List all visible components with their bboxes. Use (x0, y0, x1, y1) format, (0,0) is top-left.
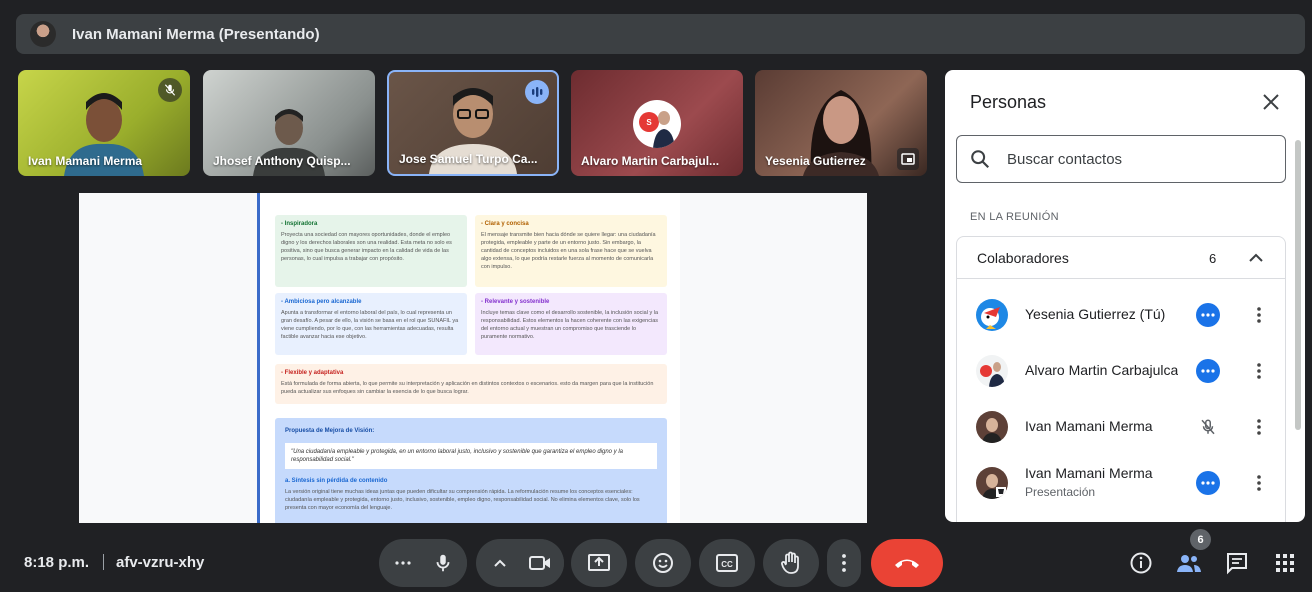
participant-row[interactable]: Ivan Mamani Merma Presentación (957, 455, 1285, 511)
chat-icon[interactable] (1223, 549, 1251, 577)
presenting-title: Ivan Mamani Merma (Presentando) (72, 25, 320, 43)
speaking-icon (525, 80, 549, 104)
emoji-button[interactable] (635, 539, 691, 587)
participant-name: Ivan Mamani Merma (1025, 465, 1153, 481)
camera-control-group (476, 539, 564, 587)
presenter-avatar (30, 21, 56, 47)
panel-title: Personas (970, 92, 1047, 112)
avatar (976, 355, 1008, 387)
svg-text:CC: CC (721, 560, 733, 569)
apps-grid-icon[interactable] (1271, 549, 1299, 577)
mic-off-icon (1196, 415, 1220, 439)
audio-dots-icon (1196, 303, 1220, 327)
group-count: 6 (1209, 251, 1217, 266)
more-options-icon[interactable] (1247, 359, 1271, 383)
participant-name: Ivan Mamani Merma (28, 154, 143, 168)
participant-row[interactable]: Yesenia Gutierrez (Tú) (957, 287, 1285, 343)
participant-name: Alvaro Martin Carbajulca (1025, 362, 1179, 378)
chevron-up-icon[interactable] (490, 553, 510, 578)
more-options-icon[interactable] (1247, 415, 1271, 439)
participant-tile-3[interactable]: Jose Samuel Turpo Ca... (387, 70, 559, 176)
camera-icon (529, 556, 550, 570)
doc-box-flexible: - Flexible y adaptativa Está formulada d… (275, 364, 667, 404)
presenting-banner: Ivan Mamani Merma (Presentando) (16, 14, 1305, 54)
captions-button[interactable]: CC (699, 539, 755, 587)
doc-box-relevante: - Relevante y sostenible Incluye temas c… (475, 293, 667, 355)
more-options-button[interactable] (827, 539, 861, 587)
pip-icon[interactable] (897, 148, 919, 170)
group-header[interactable]: Colaboradores 6 (957, 237, 1285, 279)
raise-hand-icon (781, 551, 799, 574)
svg-text:S: S (646, 118, 652, 127)
more-options-icon[interactable] (1247, 303, 1271, 327)
present-button[interactable] (571, 539, 627, 587)
participant-row[interactable]: Ivan Mamani Merma (957, 399, 1285, 455)
raise-hand-button[interactable] (763, 539, 819, 587)
meeting-code: afv-vzru-xhy (116, 554, 205, 571)
participants-group: Colaboradores 6 Yesenia Gutierrez (Tú) A… (956, 236, 1286, 522)
participant-subtitle: Presentación (1025, 485, 1096, 499)
participant-tile-2[interactable]: Jhosef Anthony Quisp... (203, 70, 375, 176)
avatar (976, 299, 1008, 331)
doc-box-ambiciosa: - Ambiciosa pero alcanzable Apunta a tra… (275, 293, 467, 355)
document-page: - Inspiradora Proyecta una sociedad con … (257, 193, 677, 523)
mic-icon (436, 554, 450, 572)
participant-tile-5[interactable]: Yesenia Gutierrez (755, 70, 927, 176)
search-field[interactable] (956, 135, 1286, 183)
more-audio-icon[interactable] (393, 553, 413, 578)
participant-name: Alvaro Martin Carbajul... (581, 154, 720, 168)
participant-name: Ivan Mamani Merma (1025, 418, 1153, 434)
participant-tile-1[interactable]: Ivan Mamani Merma (18, 70, 190, 176)
mic-off-icon (158, 78, 182, 102)
group-label: Colaboradores (977, 250, 1069, 266)
end-call-icon (895, 559, 919, 568)
doc-box-inspiradora: - Inspiradora Proyecta una sociedad con … (275, 215, 467, 287)
people-panel: Personas EN LA REUNIÓN Colaboradores 6 Y… (945, 70, 1305, 522)
chevron-up-icon[interactable] (1247, 249, 1265, 272)
section-label: EN LA REUNIÓN (970, 211, 1059, 223)
people-icon[interactable] (1175, 549, 1203, 577)
avatar (976, 467, 1008, 499)
participant-name: Yesenia Gutierrez (765, 154, 866, 168)
participant-avatar: S (633, 100, 681, 148)
meeting-time: 8:18 p.m. (24, 554, 90, 571)
doc-box-clara: - Clara y concisa El mensaje transmite b… (475, 215, 667, 287)
participant-tile-4[interactable]: S Alvaro Martin Carbajul... (571, 70, 743, 176)
search-input[interactable] (1007, 146, 1267, 172)
captions-icon: CC (716, 554, 738, 572)
participant-name: Jose Samuel Turpo Ca... (399, 152, 538, 166)
info-icon[interactable] (1127, 549, 1155, 577)
avatar (976, 411, 1008, 443)
mic-button[interactable] (419, 539, 467, 587)
mic-control-group (379, 539, 467, 587)
end-call-button[interactable] (871, 539, 943, 587)
participant-name: Jhosef Anthony Quisp... (213, 154, 351, 168)
emoji-icon (653, 553, 673, 573)
audio-dots-icon (1196, 359, 1220, 383)
doc-proposal-box: Propuesta de Mejora de Visión: "Una ciud… (275, 418, 667, 523)
close-icon[interactable] (1259, 90, 1283, 114)
participant-name: Yesenia Gutierrez (Tú) (1025, 306, 1166, 322)
control-bar: 8:18 p.m. afv-vzru-xhy CC (0, 532, 1312, 592)
search-icon (969, 148, 991, 175)
participant-row[interactable]: Alvaro Martin Carbajulca (957, 343, 1285, 399)
divider (103, 554, 104, 570)
more-vert-icon (842, 554, 846, 572)
present-screen-icon (588, 554, 610, 571)
scrollbar[interactable] (1295, 140, 1301, 430)
shared-screen: - Inspiradora Proyecta una sociedad con … (79, 193, 867, 523)
more-options-icon[interactable] (1247, 471, 1271, 495)
people-count-badge: 6 (1190, 529, 1211, 550)
audio-dots-icon (1196, 471, 1220, 495)
camera-button[interactable] (516, 539, 564, 587)
